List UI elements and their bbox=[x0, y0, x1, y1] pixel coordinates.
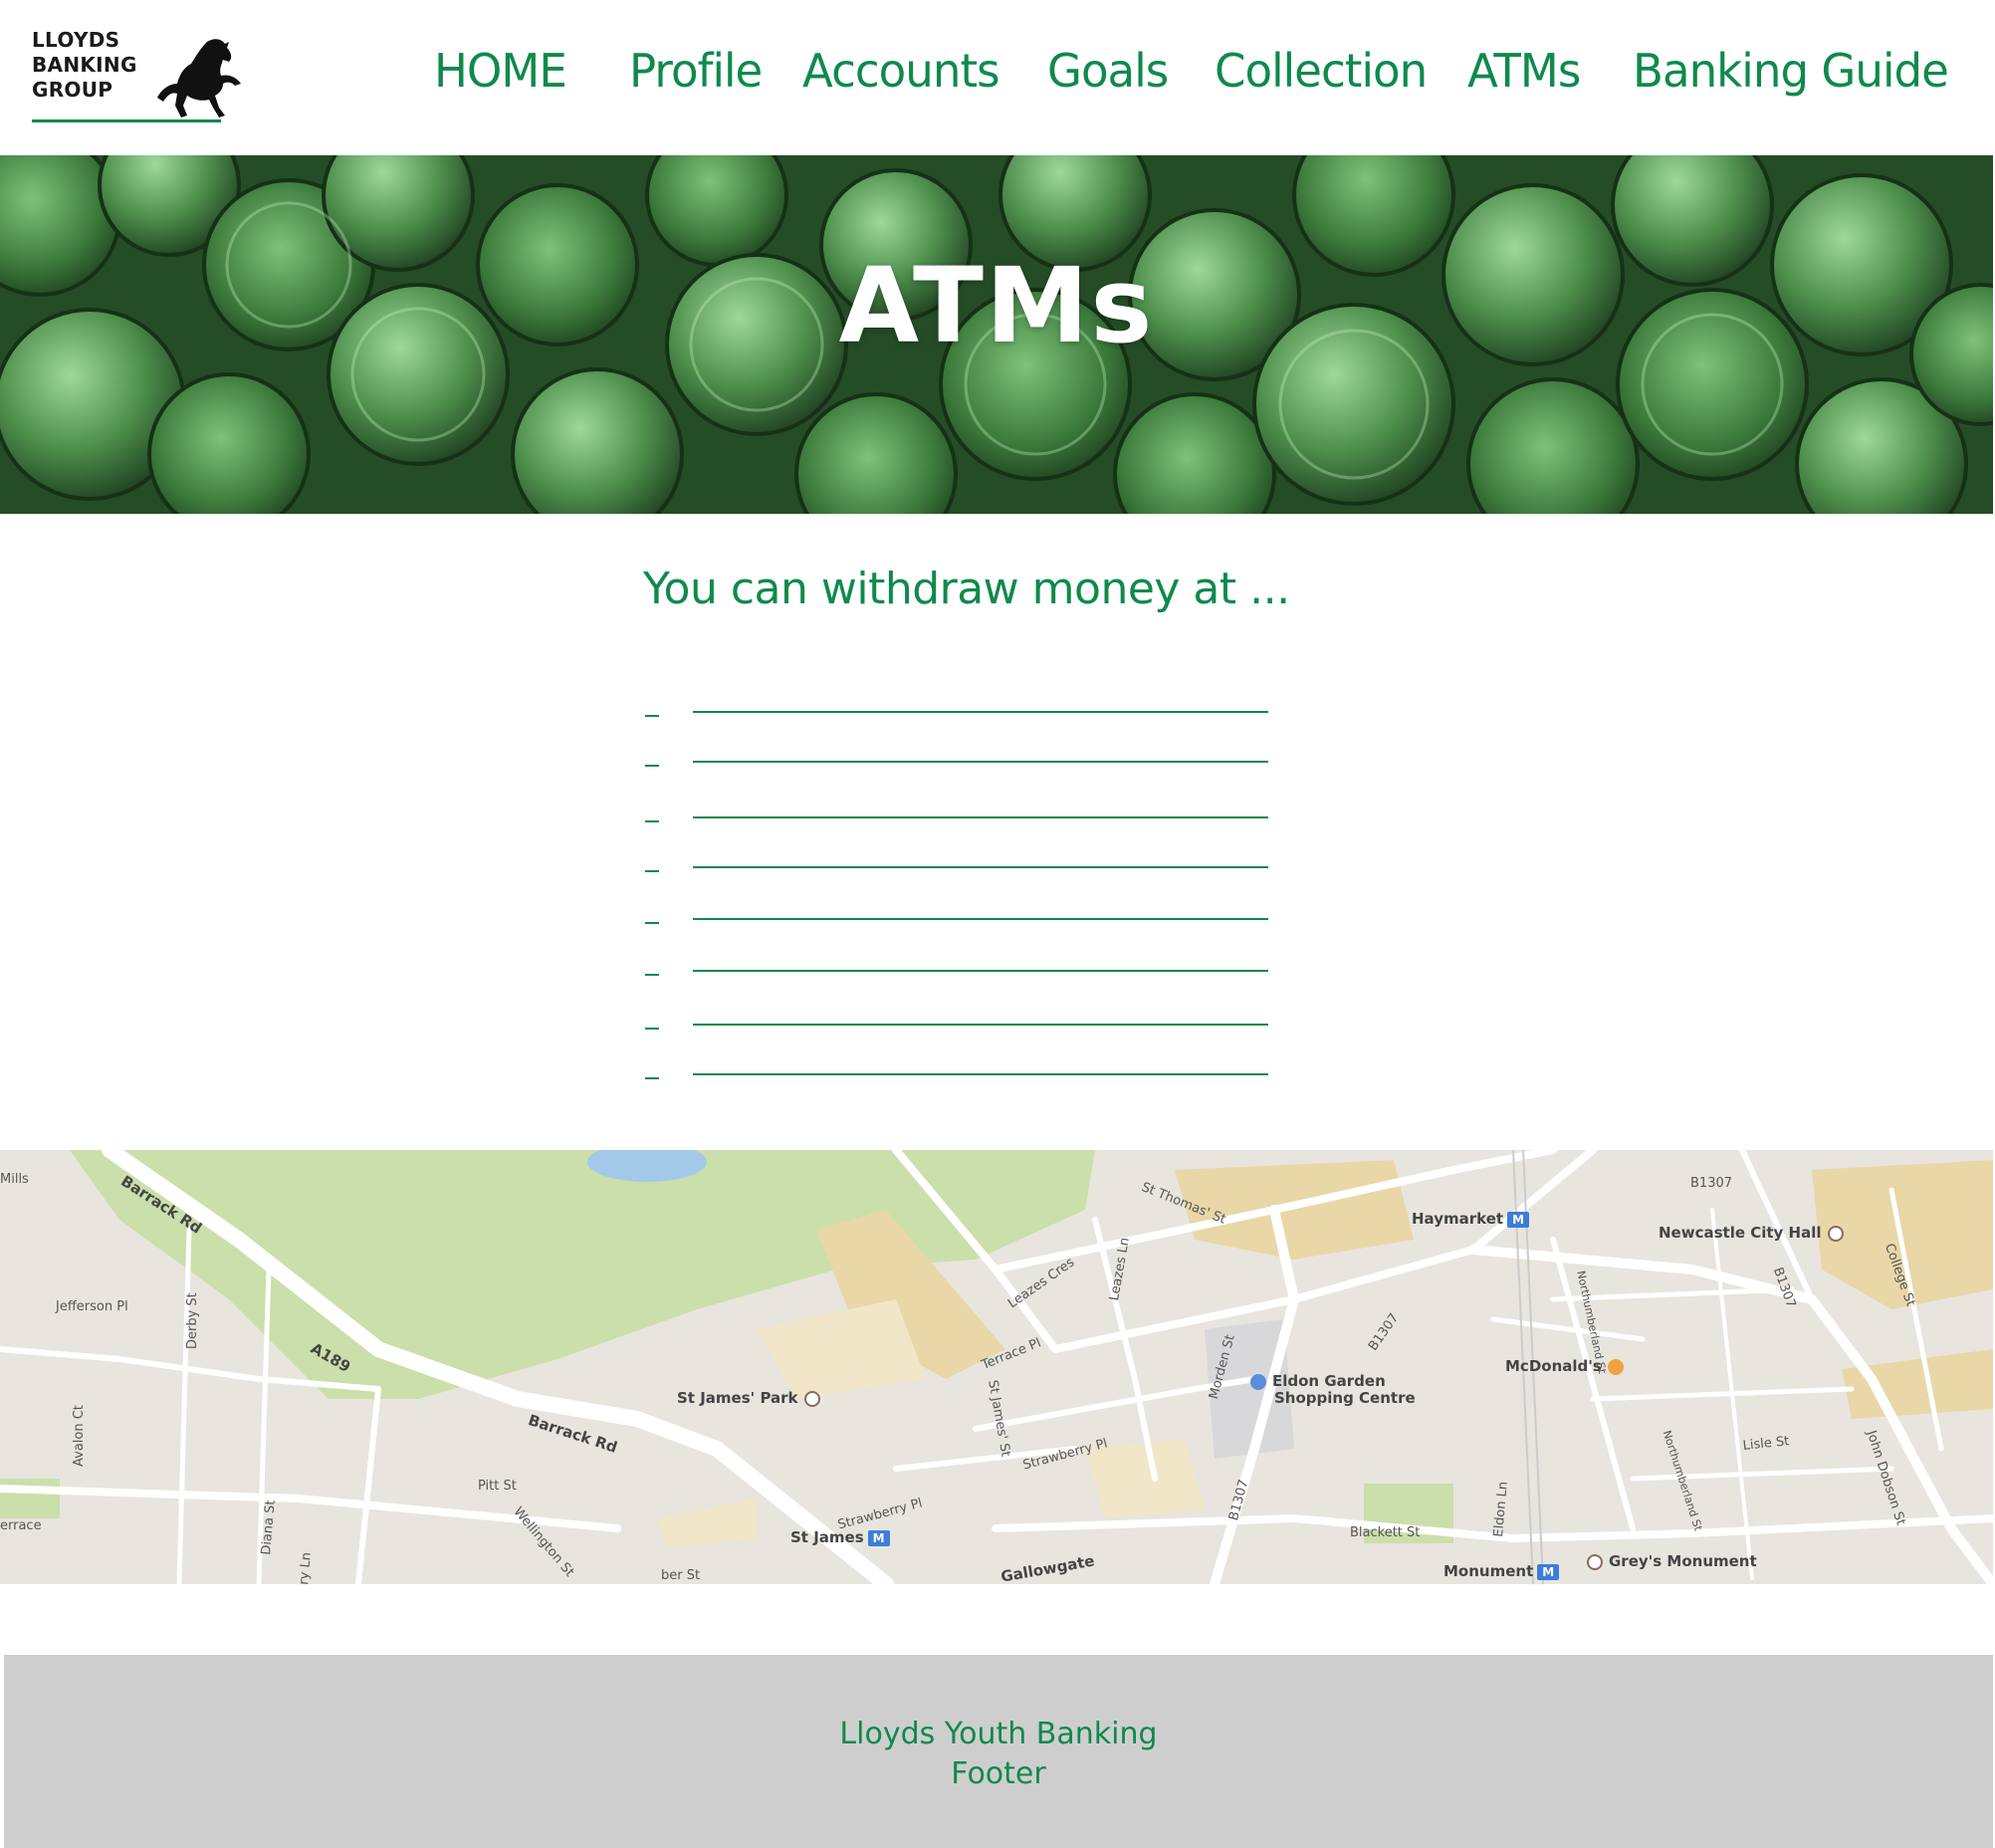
logo-line-3: GROUP bbox=[32, 78, 113, 102]
dash-marker bbox=[645, 974, 659, 976]
nav-profile[interactable]: Profile bbox=[629, 44, 763, 98]
shopping-icon bbox=[1250, 1373, 1266, 1390]
logo-line-1: LLOYDS bbox=[32, 28, 120, 52]
map-label: ry Ln bbox=[297, 1551, 315, 1584]
map-label-text: St James' Park bbox=[677, 1389, 798, 1407]
dash-marker bbox=[645, 820, 659, 822]
hero-banner: ATMs bbox=[0, 155, 1993, 514]
dash-marker bbox=[645, 765, 659, 767]
blank-line bbox=[693, 970, 1268, 972]
map-label: Blackett St bbox=[1350, 1525, 1421, 1540]
list-item bbox=[645, 946, 1276, 976]
atm-map[interactable]: Barrack Rd Barrack Rd A189 Mills Jeffers… bbox=[0, 1150, 1993, 1584]
map-label-greys-monument: Grey's Monument bbox=[1587, 1552, 1757, 1570]
site-header: LLOYDS BANKING GROUP HOME Profile Accoun… bbox=[0, 0, 1995, 155]
map-label-st-james-park: St James' Park bbox=[677, 1389, 820, 1407]
list-item bbox=[645, 842, 1276, 872]
nav-home[interactable]: HOME bbox=[434, 44, 567, 98]
blank-line bbox=[693, 761, 1268, 763]
map-label: Avalon Ct bbox=[72, 1405, 87, 1467]
metro-icon: M bbox=[1507, 1211, 1530, 1228]
blank-line bbox=[693, 1024, 1268, 1026]
list-item bbox=[645, 687, 1276, 717]
map-label-mcdonalds[interactable]: McDonald's bbox=[1505, 1357, 1624, 1375]
list-item bbox=[645, 1000, 1276, 1030]
map-label: B1307 bbox=[1690, 1176, 1733, 1191]
map-label-text: Grey's Monument bbox=[1609, 1552, 1757, 1570]
map-label-text: Shopping Centre bbox=[1274, 1389, 1416, 1407]
map-label-monument[interactable]: Monument M bbox=[1443, 1562, 1560, 1580]
nav-goals[interactable]: Goals bbox=[1047, 44, 1169, 98]
landmark-icon bbox=[1827, 1225, 1844, 1242]
main-nav: HOME Profile Accounts Goals Collection A… bbox=[434, 44, 1949, 104]
map-label-text: Haymarket bbox=[1412, 1210, 1504, 1228]
map-label-text: St James bbox=[790, 1528, 864, 1546]
nav-atms[interactable]: ATMs bbox=[1467, 44, 1581, 98]
list-item bbox=[645, 894, 1276, 924]
nav-collection[interactable]: Collection bbox=[1215, 44, 1428, 98]
map-label-text: McDonald's bbox=[1505, 1357, 1602, 1375]
dash-marker bbox=[645, 715, 659, 717]
map-label-eldon-garden[interactable]: Eldon Garden Shopping Centre bbox=[1250, 1373, 1416, 1407]
nav-banking-guide[interactable]: Banking Guide bbox=[1633, 44, 1949, 98]
nav-accounts[interactable]: Accounts bbox=[802, 44, 1000, 98]
stadium-icon bbox=[803, 1390, 820, 1407]
map-label-text: Monument bbox=[1443, 1562, 1534, 1580]
dash-marker bbox=[645, 1077, 659, 1079]
list-item bbox=[645, 737, 1276, 767]
dash-marker bbox=[645, 922, 659, 924]
map-label-text: Eldon Garden bbox=[1272, 1372, 1386, 1390]
map-label: ber St bbox=[661, 1568, 701, 1583]
metro-icon: M bbox=[867, 1529, 890, 1546]
restaurant-icon bbox=[1607, 1358, 1624, 1375]
dash-marker bbox=[645, 870, 659, 872]
logo-line-2: BANKING bbox=[32, 53, 137, 77]
list-item bbox=[645, 793, 1276, 822]
footer-text: Lloyds Youth Banking Footer bbox=[4, 1715, 1993, 1794]
blank-line bbox=[693, 816, 1268, 818]
map-label: Mills bbox=[0, 1172, 29, 1187]
blank-line bbox=[693, 866, 1268, 868]
map-label: Pitt St bbox=[478, 1479, 517, 1494]
footer-line-2: Footer bbox=[951, 1756, 1046, 1791]
logo-wordmark: LLOYDS BANKING GROUP bbox=[32, 28, 137, 103]
site-footer: Lloyds Youth Banking Footer bbox=[4, 1655, 1993, 1848]
blank-line bbox=[693, 918, 1268, 920]
map-label-text: Newcastle City Hall bbox=[1659, 1224, 1822, 1242]
withdraw-heading: You can withdraw money at ... bbox=[643, 564, 1290, 614]
map-label-city-hall: Newcastle City Hall bbox=[1659, 1224, 1844, 1242]
footer-line-1: Lloyds Youth Banking bbox=[839, 1717, 1158, 1751]
map-label: Derby St bbox=[185, 1292, 200, 1349]
map-label-haymarket[interactable]: Haymarket M bbox=[1412, 1210, 1530, 1228]
map-label: Jefferson Pl bbox=[56, 1299, 128, 1314]
metro-icon: M bbox=[1537, 1563, 1560, 1580]
landmark-icon bbox=[1587, 1553, 1603, 1570]
list-item bbox=[645, 1049, 1276, 1079]
dash-marker bbox=[645, 1028, 659, 1030]
blank-line bbox=[693, 1073, 1268, 1075]
map-label: errace bbox=[0, 1518, 42, 1533]
logo-underline bbox=[32, 119, 221, 122]
blank-line bbox=[693, 711, 1268, 713]
lloyds-logo[interactable]: LLOYDS BANKING GROUP bbox=[32, 28, 247, 127]
page-title: ATMs bbox=[838, 245, 1155, 366]
black-horse-icon bbox=[157, 39, 241, 117]
